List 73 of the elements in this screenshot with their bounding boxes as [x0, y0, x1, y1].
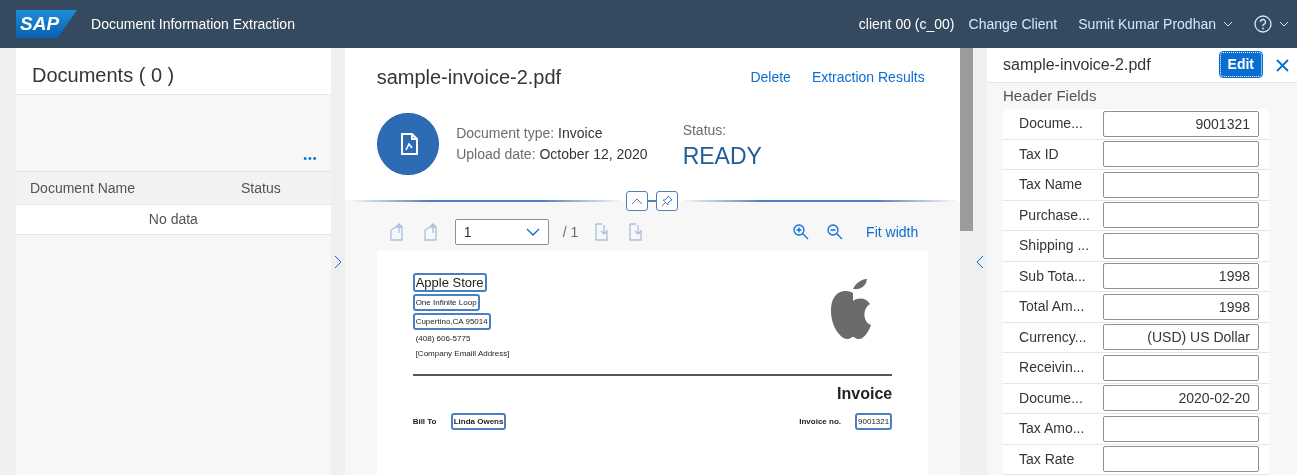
- action-link[interactable]: Delete: [750, 66, 791, 88]
- no-data-text: No data: [148, 210, 198, 229]
- user-menu[interactable]: Sumit Kumar Prodhan: [1078, 13, 1233, 35]
- field-label: Receivin...: [1019, 358, 1086, 378]
- caret-icon: [1279, 20, 1289, 28]
- input-field[interactable]: [1103, 141, 1259, 168]
- field-label: Tax Rate: [1019, 449, 1076, 469]
- status-label: Status:: [682, 121, 728, 141]
- chevron-up-icon: [631, 197, 644, 205]
- app-title: Document Information Extraction: [91, 14, 295, 34]
- input-field[interactable]: 9001321: [1103, 110, 1259, 137]
- pin-icon: [661, 195, 674, 207]
- address-line: [Company Emaill Address]: [414, 348, 511, 360]
- input-field[interactable]: (USD) US Dollar: [1103, 324, 1259, 351]
- bill-to-label: Bill To: [412, 416, 438, 428]
- field-label: Docume...: [1019, 388, 1084, 408]
- chevron-left-icon: [976, 255, 985, 270]
- invoice-number: 9001321: [855, 413, 893, 430]
- invoice-number-label: Invoice no.: [799, 416, 842, 428]
- field-label: Total Am...: [1019, 297, 1086, 317]
- input-field[interactable]: [1103, 171, 1259, 198]
- input-field[interactable]: [1103, 446, 1259, 473]
- input-field[interactable]: [1103, 202, 1259, 229]
- company-name: Apple Store: [412, 273, 487, 292]
- fit-width-link[interactable]: Fit width: [866, 221, 919, 243]
- column-header: Status: [241, 178, 281, 198]
- pin-header-button[interactable]: [656, 191, 679, 211]
- field-label: Tax Name: [1019, 175, 1084, 195]
- field-label: Purchase...: [1019, 205, 1091, 225]
- status-value: READY: [682, 144, 762, 168]
- document-title: sample-invoice-2.pdf: [376, 65, 562, 90]
- field-label: Tax ID: [1019, 144, 1060, 164]
- expand-toggle[interactable]: [333, 253, 342, 270]
- scrollbar-thumb[interactable]: [960, 48, 974, 231]
- collapse-toggle[interactable]: [976, 253, 985, 270]
- column-header: Document Name: [30, 178, 137, 198]
- documents-title: Documents ( 0 ): [16, 48, 331, 95]
- input-field[interactable]: 1998: [1103, 263, 1259, 290]
- upload-date-value: October 12, 2020: [539, 146, 648, 162]
- caret-icon: [1223, 20, 1233, 28]
- edit-button[interactable]: Edit: [1219, 52, 1262, 78]
- sap-logo: SAP: [16, 10, 78, 38]
- section-title: Header Fields: [1002, 85, 1098, 106]
- collapse-header-button[interactable]: [626, 191, 649, 211]
- help-icon: [1254, 15, 1272, 33]
- client-label: client 00 (c_00): [858, 14, 955, 34]
- input-field[interactable]: 2020-02-20: [1103, 385, 1259, 412]
- help-menu[interactable]: [1254, 15, 1289, 33]
- input-field[interactable]: [1103, 232, 1259, 259]
- field-label: Docume...: [1019, 114, 1084, 134]
- action-link[interactable]: Extraction Results: [811, 66, 925, 88]
- address-line: (408) 606-5775: [414, 333, 472, 345]
- field-label: Tax Amo...: [1019, 419, 1086, 439]
- field-label: Currency...: [1019, 327, 1088, 347]
- page-count: / 1: [562, 222, 579, 242]
- doc-type-label: Document type:: [456, 125, 555, 141]
- input-field[interactable]: [1103, 415, 1259, 442]
- more-button[interactable]: •••: [297, 149, 324, 168]
- change-client-link[interactable]: Change Client: [968, 13, 1058, 35]
- doc-type-value: Invoice: [558, 125, 603, 141]
- page-select[interactable]: 1: [454, 219, 549, 245]
- chevron-right-icon: [333, 255, 342, 270]
- input-field[interactable]: [1103, 354, 1259, 381]
- close-icon: [1276, 59, 1289, 72]
- input-field[interactable]: 1998: [1103, 293, 1259, 320]
- field-label: Sub Tota...: [1019, 266, 1087, 286]
- document-icon: [376, 113, 439, 175]
- caret-icon: [525, 228, 540, 236]
- upload-date-label: Upload date:: [456, 146, 536, 162]
- bill-to-name: Linda Owens: [450, 413, 507, 430]
- extraction-title: sample-invoice-2.pdf: [1003, 54, 1151, 75]
- invoice-heading: Invoice: [836, 384, 893, 404]
- field-label: Shipping ...: [1019, 236, 1091, 256]
